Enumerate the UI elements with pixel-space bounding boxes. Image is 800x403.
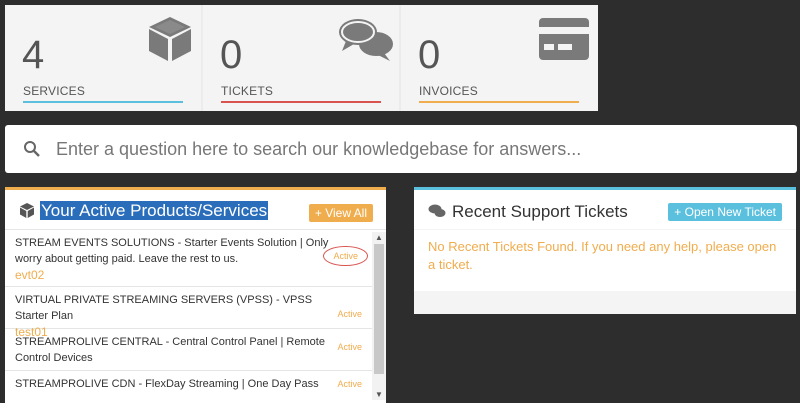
tickets-count: 0 [220, 33, 243, 77]
search-placeholder: Enter a question here to search our know… [56, 139, 582, 159]
no-tickets-message: No Recent Tickets Found. If you need any… [414, 230, 796, 291]
tickets-label: TICKETS [221, 84, 274, 98]
product-domain: evt02 [15, 268, 45, 282]
invoices-tile[interactable]: 0 INVOICES [401, 5, 598, 111]
open-new-ticket-button[interactable]: + Open New Ticket [668, 203, 782, 221]
invoices-label: INVOICES [419, 84, 478, 98]
products-panel-title: Your Active Products/Services [40, 201, 269, 220]
open-new-ticket-label: Open New Ticket [684, 205, 776, 219]
support-tickets-panel: Recent Support Tickets + Open New Ticket… [414, 187, 796, 314]
product-name: VIRTUAL PRIVATE STREAMING SERVERS (VPSS)… [15, 294, 313, 322]
knowledgebase-search[interactable]: Enter a question here to search our know… [5, 125, 797, 173]
plus-icon: + [314, 206, 322, 220]
products-list: STREAM EVENTS SOLUTIONS - Starter Events… [5, 230, 372, 400]
tickets-underline [221, 101, 381, 103]
services-underline [23, 101, 183, 103]
credit-card-icon [539, 18, 589, 60]
comments-icon [428, 204, 446, 217]
scrollbar-thumb[interactable] [374, 244, 384, 374]
tickets-panel-title: Recent Support Tickets [452, 202, 628, 221]
status-badge: Active [337, 379, 362, 389]
services-label: SERVICES [23, 84, 86, 98]
products-panel-header: Your Active Products/Services + View All [5, 190, 386, 230]
status-badge: Active [337, 309, 362, 319]
cube-icon [20, 203, 34, 218]
plus-icon: + [674, 205, 682, 219]
product-row[interactable]: STREAM EVENTS SOLUTIONS - Starter Events… [5, 230, 372, 287]
tickets-tile[interactable]: 0 TICKETS [203, 5, 399, 111]
search-icon [24, 141, 40, 157]
product-row[interactable]: VIRTUAL PRIVATE STREAMING SERVERS (VPSS)… [5, 287, 372, 339]
stats-bar: 4 SERVICES 0 TICKETS 0 INVOICES [5, 5, 598, 111]
invoices-underline [419, 101, 579, 103]
product-name: STREAMPROLIVE CENTRAL - Central Control … [15, 336, 325, 364]
product-name: STREAM EVENTS SOLUTIONS - Starter Events… [15, 237, 329, 265]
product-row[interactable]: STREAMPROLIVE CDN - FlexDay Streaming | … [5, 371, 372, 400]
services-count: 4 [22, 33, 45, 77]
product-row[interactable]: STREAMPROLIVE CENTRAL - Central Control … [5, 329, 372, 371]
invoices-count: 0 [418, 33, 441, 77]
tickets-panel-header: Recent Support Tickets + Open New Ticket [414, 190, 796, 229]
scroll-up-icon[interactable]: ▲ [375, 233, 383, 242]
status-badge: Active [337, 342, 362, 352]
view-all-button[interactable]: + View All [308, 204, 373, 222]
scroll-down-icon[interactable]: ▼ [375, 390, 383, 399]
product-name: STREAMPROLIVE CDN - FlexDay Streaming | … [15, 378, 319, 390]
status-badge: Active [323, 246, 368, 266]
view-all-label: View All [325, 206, 367, 220]
cube-icon [149, 17, 191, 61]
services-tile[interactable]: 4 SERVICES [5, 5, 201, 111]
products-scrollbar[interactable]: ▲ ▼ [372, 232, 386, 400]
comments-icon [339, 19, 393, 61]
active-products-panel: Your Active Products/Services + View All… [5, 187, 386, 403]
